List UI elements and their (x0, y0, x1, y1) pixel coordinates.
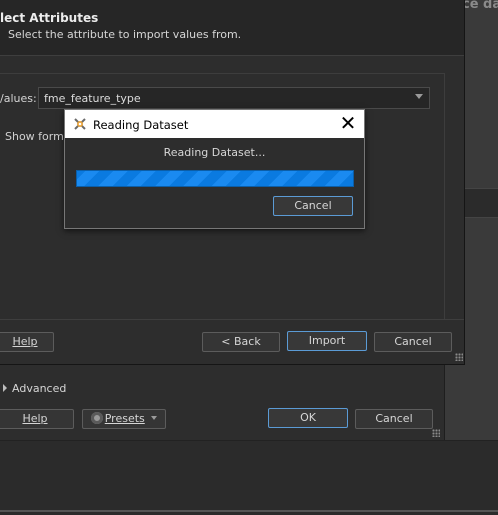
desktop-divider (0, 510, 498, 512)
reading-dataset-dialog: Reading Dataset ✕ Reading Dataset... Can… (64, 109, 365, 229)
chevron-down-icon (415, 94, 423, 99)
help-label: Help (22, 412, 48, 425)
resize-grip-icon[interactable] (432, 429, 440, 437)
parameters-cancel-button[interactable]: Cancel (355, 409, 433, 429)
progress-fill (77, 171, 353, 186)
background-window-title: ce da (462, 0, 498, 12)
reading-title: Reading Dataset (93, 118, 189, 132)
presets-button[interactable]: Presets (82, 409, 166, 429)
presets-label: Presets (104, 412, 145, 425)
reading-message: Reading Dataset... (163, 146, 266, 159)
show-formats-checkbox-label[interactable]: Show forma (5, 130, 71, 143)
values-selected: fme_feature_type (44, 92, 141, 105)
desktop-area (0, 440, 498, 515)
fme-workbench-icon (74, 118, 86, 130)
chevron-down-icon (151, 416, 158, 420)
progress-bar (76, 170, 354, 187)
close-icon[interactable]: ✕ (337, 112, 359, 134)
reading-cancel-button[interactable]: Cancel (273, 196, 353, 216)
footer-divider (0, 319, 464, 320)
import-button[interactable]: Import (287, 331, 367, 351)
dialog-title: lect Attributes (0, 11, 99, 25)
dialog-subtitle: Select the attribute to import values fr… (8, 28, 242, 41)
values-dropdown[interactable]: fme_feature_type (38, 87, 430, 109)
expand-arrow-icon[interactable] (3, 384, 7, 392)
title-bar[interactable]: Reading Dataset ✕ (65, 110, 364, 138)
select-cancel-button[interactable]: Cancel (374, 332, 452, 352)
resize-grip-icon[interactable] (455, 353, 463, 361)
ok-button[interactable]: OK (268, 408, 348, 428)
help-button[interactable]: Help (0, 409, 74, 429)
back-button[interactable]: < Back (202, 332, 280, 352)
select-help-button[interactable]: Help (0, 332, 54, 352)
gear-icon (90, 412, 103, 424)
advanced-toggle[interactable]: Advanced (12, 382, 66, 395)
values-label: /alues: (0, 92, 37, 105)
help-label: Help (12, 335, 38, 348)
